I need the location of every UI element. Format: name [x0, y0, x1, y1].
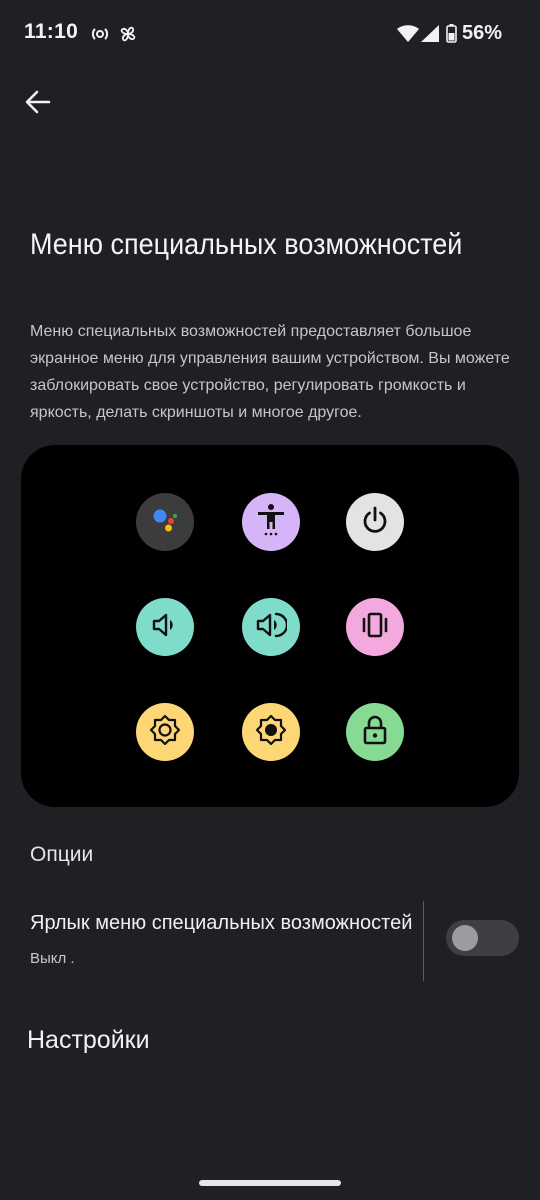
shortcut-option-title: Ярлык меню специальных возможностей [30, 912, 413, 934]
menu-item-volume-down [136, 598, 194, 656]
battery-icon [446, 24, 457, 48]
brightness-low-icon [149, 714, 181, 751]
option-divider [423, 901, 424, 981]
back-button[interactable] [14, 80, 62, 128]
pinwheel-icon [118, 24, 138, 49]
accessibility-person-icon [256, 503, 286, 542]
menu-item-vibrate [346, 598, 404, 656]
wifi-icon [397, 25, 419, 47]
status-time: 11:10 [24, 20, 79, 43]
settings-section-header: Настройки [27, 1026, 150, 1054]
battery-percent: 56% [461, 22, 502, 44]
vibrate-icon [359, 610, 391, 645]
gesture-navigation-handle[interactable] [199, 1180, 341, 1186]
menu-item-brightness-up [242, 703, 300, 761]
description-text: Меню специальных возможностей предоставл… [30, 323, 510, 421]
brightness-high-icon [255, 714, 287, 751]
shortcut-toggle[interactable] [446, 920, 519, 956]
arrow-left-icon [25, 90, 51, 119]
hotspot-icon [90, 26, 110, 47]
menu-item-accessibility-settings [242, 493, 300, 551]
menu-item-brightness-down [136, 703, 194, 761]
accessibility-menu-preview [21, 445, 519, 807]
status-bar: 11:10 56% [0, 0, 540, 68]
toggle-knob [452, 925, 478, 951]
menu-item-volume-up [242, 598, 300, 656]
google-assistant-icon [150, 505, 180, 540]
menu-item-lock-screen [346, 703, 404, 761]
shortcut-option-row[interactable]: Ярлык меню специальных возможностей Выкл… [0, 895, 540, 985]
cellular-signal-icon [421, 25, 439, 47]
lock-icon [361, 714, 389, 751]
accessibility-menu-screen: 11:10 56% Меню специальных возможностей … [0, 0, 540, 1200]
menu-item-assistant [136, 493, 194, 551]
options-section-header: Опции [30, 843, 94, 866]
volume-up-icon [255, 610, 289, 645]
shortcut-option-summary: Выкл . [30, 950, 75, 967]
volume-down-icon [150, 610, 180, 645]
menu-item-power [346, 493, 404, 551]
power-icon [360, 505, 390, 540]
page-title: Меню специальных возможностей [30, 228, 463, 261]
